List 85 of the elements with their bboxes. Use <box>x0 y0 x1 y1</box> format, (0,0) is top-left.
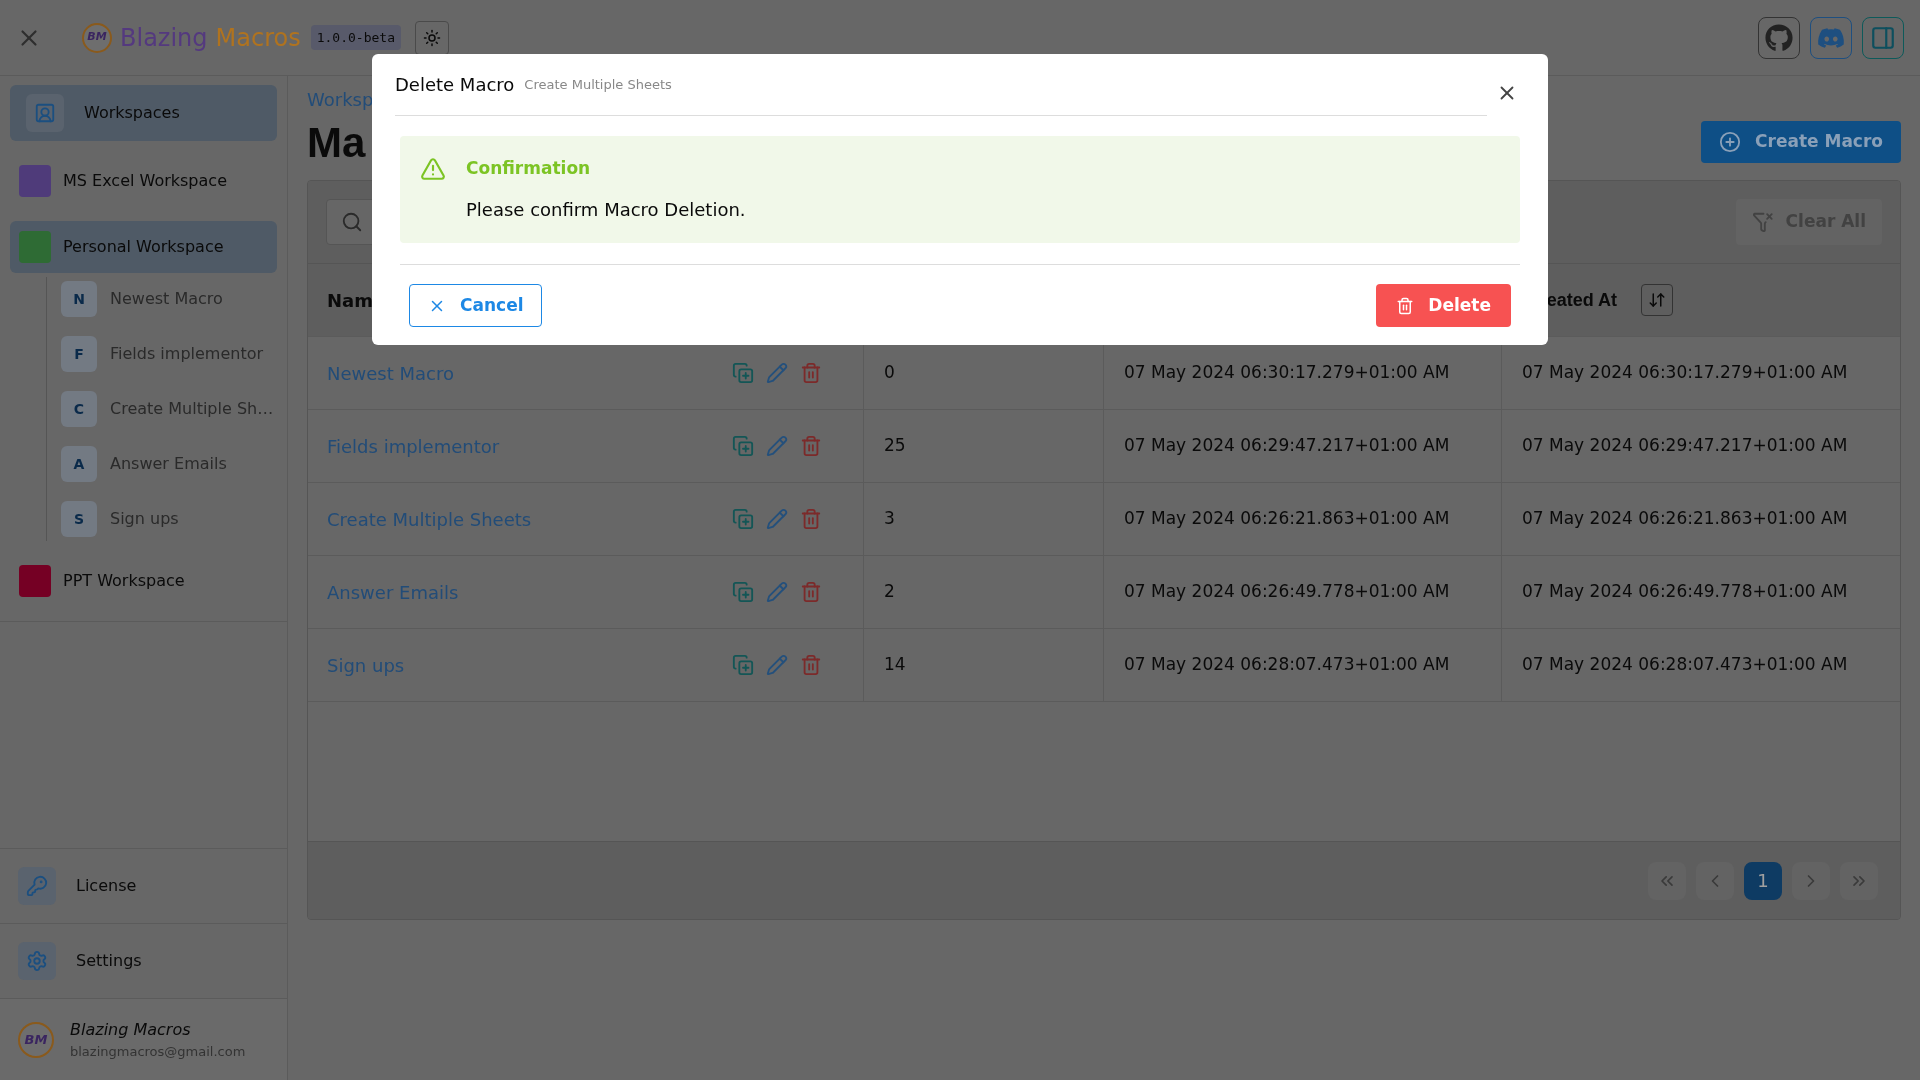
trash-icon[interactable] <box>800 435 822 457</box>
pencil-icon[interactable] <box>766 581 788 603</box>
letter-avatar: S <box>61 501 97 537</box>
copy-plus-icon[interactable] <box>732 654 754 676</box>
previous-page-button[interactable] <box>1696 861 1734 900</box>
copy-plus-icon[interactable] <box>732 362 754 384</box>
macro-tree-item[interactable]: Newest Macro <box>110 287 223 311</box>
macro-name-link[interactable]: Create Multiple Sheets <box>327 505 532 533</box>
pencil-icon[interactable] <box>766 508 788 530</box>
trash-icon <box>1396 296 1415 315</box>
dialog-subtitle: Create Multiple Sheets <box>524 75 672 94</box>
macro-tree-item[interactable]: Create Multiple Sh… <box>110 397 274 421</box>
column-header: Nam <box>327 288 373 313</box>
sidebar-item[interactable]: Personal Workspace <box>10 221 277 273</box>
trash-icon[interactable] <box>800 581 822 603</box>
alert-title: Confirmation <box>466 157 592 180</box>
trash-icon[interactable] <box>800 362 822 384</box>
macro-name-link[interactable]: Sign ups <box>327 651 405 679</box>
table-cell-text: 07 May 2024 06:28:07.473+01:00 AM <box>1124 653 1450 677</box>
user-avatar: BM <box>18 1021 54 1058</box>
pencil-icon[interactable] <box>766 654 788 676</box>
table-cell-text: 07 May 2024 06:30:17.279+01:00 AM <box>1522 361 1848 385</box>
column-header: eated At <box>1546 288 1617 312</box>
sidebar-item[interactable]: License <box>0 848 287 923</box>
macro-tree-item[interactable]: Sign ups <box>110 507 179 531</box>
copy-plus-icon[interactable] <box>732 435 754 457</box>
plus-circle-icon <box>1719 131 1742 153</box>
table-cell-text: 07 May 2024 06:29:47.217+01:00 AM <box>1124 434 1450 458</box>
sidebar-item[interactable]: PPT Workspace <box>10 555 277 607</box>
last-page-button[interactable] <box>1840 861 1878 900</box>
table-cell-text: 07 May 2024 06:26:21.863+01:00 AM <box>1522 507 1848 531</box>
sun-icon <box>423 28 441 47</box>
table-cell-text: 07 May 2024 06:26:21.863+01:00 AM <box>1124 507 1450 531</box>
letter-avatar: N <box>61 281 97 317</box>
app-title: Macros <box>215 22 301 54</box>
macro-name-link[interactable]: Newest Macro <box>327 359 454 387</box>
letter-avatar: F <box>61 336 97 372</box>
pencil-icon[interactable] <box>766 362 788 384</box>
discord-button[interactable] <box>1810 16 1852 59</box>
github-icon <box>1765 23 1793 52</box>
create-macro-button[interactable]: Create Macro <box>1701 121 1901 163</box>
delete-button[interactable]: Delete <box>1376 284 1511 327</box>
pencil-icon[interactable] <box>766 435 788 457</box>
panel-button[interactable] <box>1862 16 1904 59</box>
table-cell-text: 25 <box>884 434 906 458</box>
key-icon <box>26 875 48 897</box>
page-button[interactable]: 1 <box>1744 861 1782 900</box>
search-icon <box>341 211 363 233</box>
settings-icon <box>26 950 48 972</box>
table-cell-text: 0 <box>884 361 895 385</box>
table-cell-text: 07 May 2024 06:28:07.473+01:00 AM <box>1522 653 1848 677</box>
copy-plus-icon[interactable] <box>732 508 754 530</box>
trash-icon[interactable] <box>800 508 822 530</box>
alert-message: Please confirm Macro Deletion. <box>466 197 746 222</box>
sidebar-item[interactable]: MS Excel Workspace <box>10 155 277 207</box>
trash-icon[interactable] <box>800 654 822 676</box>
table-cell-text: 07 May 2024 06:26:49.778+01:00 AM <box>1124 580 1450 604</box>
sidebar-item[interactable]: Workspaces <box>10 85 277 141</box>
sort-icon <box>1648 291 1666 309</box>
macro-name-link[interactable]: Answer Emails <box>327 578 459 606</box>
letter-avatar: A <box>61 446 97 482</box>
github-button[interactable] <box>1758 16 1800 59</box>
user-board-icon <box>34 102 56 124</box>
table-cell-text: 14 <box>884 653 906 677</box>
macro-tree-item[interactable]: Answer Emails <box>110 452 227 476</box>
first-page-button[interactable] <box>1648 861 1686 900</box>
warning-icon <box>420 156 446 182</box>
macro-name-link[interactable]: Fields implementor <box>327 432 500 460</box>
table-cell-text: 07 May 2024 06:26:49.778+01:00 AM <box>1522 580 1848 604</box>
version-badge: 1.0.0-beta <box>310 24 401 51</box>
panel-icon <box>1870 24 1896 51</box>
letter-avatar: C <box>61 391 97 427</box>
dialog-title: Delete Macro <box>395 73 515 97</box>
table-cell-text: 2 <box>884 580 895 604</box>
table-cell-text: 07 May 2024 06:29:47.217+01:00 AM <box>1522 434 1848 458</box>
table-cell-text: 3 <box>884 507 895 531</box>
sort-button[interactable] <box>1641 284 1673 316</box>
copy-plus-icon[interactable] <box>732 581 754 603</box>
page-title: Ma <box>307 117 366 168</box>
table-cell-text: 07 May 2024 06:30:17.279+01:00 AM <box>1124 361 1450 385</box>
filter-off-icon <box>1751 211 1774 233</box>
next-page-button[interactable] <box>1792 861 1830 900</box>
cancel-button[interactable]: Cancel <box>409 284 543 327</box>
logo: BM <box>82 22 112 53</box>
macro-tree-item[interactable]: Fields implementor <box>110 342 264 366</box>
